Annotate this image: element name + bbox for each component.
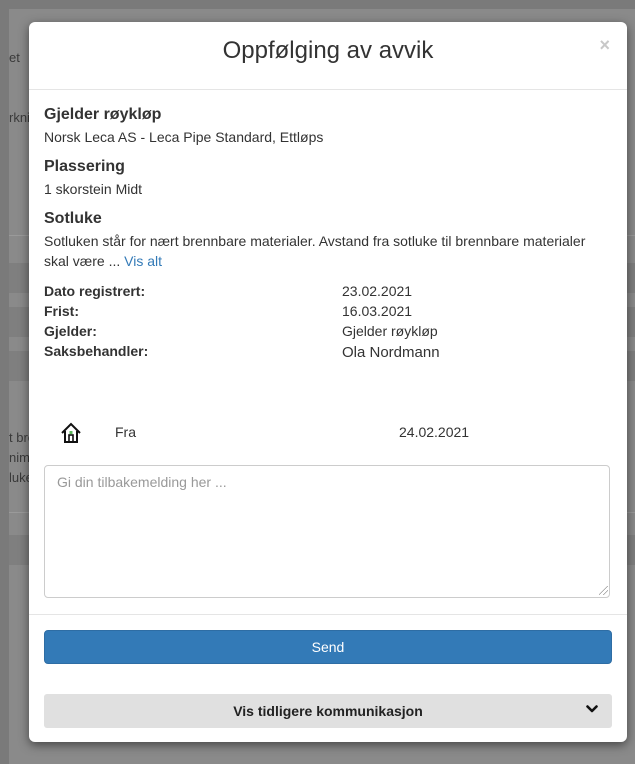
background-text: nim: [9, 450, 30, 465]
registered-value: 23.02.2021: [342, 283, 413, 299]
send-button[interactable]: Send: [44, 630, 612, 664]
applies-to-value: Norsk Leca AS - Leca Pipe Standard, Ettl…: [44, 129, 324, 145]
applies-to-title: Gjelder røykløp: [44, 106, 162, 123]
show-all-link[interactable]: Vis alt: [124, 253, 162, 269]
item-description: Sotluken står for nært brennbare materia…: [44, 231, 604, 271]
item-title: Sotluke: [44, 210, 102, 227]
house-icon: [61, 422, 81, 443]
registered-label: Dato registrert:: [44, 283, 146, 299]
deadline-label: Frist:: [44, 303, 79, 319]
applies-label: Gjelder:: [44, 323, 97, 339]
show-history-button[interactable]: Vis tidligere kommunikasjon: [44, 694, 612, 728]
modal-header: Oppfølging av avvik ×: [29, 22, 627, 90]
location-title: Plassering: [44, 158, 125, 175]
handler-value: Ola Nordmann: [342, 344, 440, 361]
from-label: Fra: [115, 424, 136, 440]
background-text: et: [9, 50, 20, 65]
deadline-value: 16.03.2021: [342, 303, 413, 319]
close-button[interactable]: ×: [599, 36, 610, 54]
location-value: 1 skorstein Midt: [44, 181, 143, 197]
resize-handle[interactable]: [599, 586, 608, 595]
followup-modal: Oppfølging av avvik × Gjelder røykløp No…: [29, 22, 627, 742]
handler-label: Saksbehandler:: [44, 343, 149, 359]
chevron-down-icon: [586, 705, 598, 713]
from-date: 24.02.2021: [399, 424, 470, 440]
applies-value: Gjelder røykløp: [342, 323, 438, 339]
feedback-input[interactable]: [44, 465, 610, 598]
show-history-label: Vis tidligere kommunikasjon: [233, 703, 423, 719]
background-text: rkni: [9, 110, 30, 125]
modal-title: Oppfølging av avvik: [222, 37, 434, 64]
footer-divider: [29, 614, 627, 615]
